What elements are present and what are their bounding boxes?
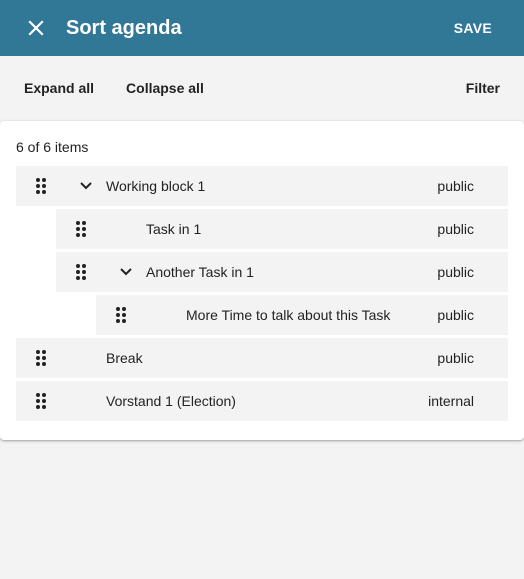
close-icon [28,20,44,36]
item-visibility: public [437,221,474,237]
drag-handle[interactable] [56,252,106,292]
drag-handle[interactable] [16,338,66,378]
item-visibility: public [437,178,474,194]
drag-handle-icon [36,178,46,194]
list-item[interactable]: Break public [16,338,508,378]
item-count: 6 of 6 items [16,139,89,155]
item-visibility: internal [428,393,474,409]
drag-handle-icon [36,393,46,409]
drag-handle[interactable] [56,209,106,249]
list-item[interactable]: Task in 1 public [56,209,508,249]
chevron-down-icon [80,182,92,190]
item-visibility: public [437,264,474,280]
item-title: Another Task in 1 [146,264,254,280]
list-item[interactable]: Working block 1 public [16,166,508,206]
drag-handle-icon [36,350,46,366]
page-title: Sort agenda [66,16,182,39]
list-item[interactable]: More Time to talk about this Task public [96,295,508,335]
item-title: Break [106,350,143,366]
collapse-all-button[interactable]: Collapse all [110,70,220,106]
drag-handle-icon [76,221,86,237]
item-visibility: public [437,350,474,366]
expand-toggle[interactable] [114,260,138,284]
item-title: More Time to talk about this Task [186,307,391,323]
agenda-list-card: 6 of 6 items Working block 1 public Task… [0,121,524,440]
save-button[interactable]: SAVE [454,20,492,36]
drag-handle[interactable] [16,381,66,421]
drag-handle-icon [76,264,86,280]
list-item[interactable]: Vorstand 1 (Election) internal [16,381,508,421]
close-button[interactable] [24,16,48,40]
list-item[interactable]: Another Task in 1 public [56,252,508,292]
drag-handle-icon [116,307,126,323]
chevron-down-icon [120,268,132,276]
drag-handle[interactable] [16,166,66,206]
item-title: Working block 1 [106,178,206,194]
app-bar: Sort agenda SAVE [0,0,524,56]
filter-button[interactable]: Filter [450,70,516,106]
item-title: Task in 1 [146,221,202,237]
expand-all-button[interactable]: Expand all [8,70,110,106]
toolbar: Expand all Collapse all Filter [0,56,524,120]
item-title: Vorstand 1 (Election) [106,393,236,409]
item-visibility: public [437,307,474,323]
drag-handle[interactable] [96,295,146,335]
expand-toggle[interactable] [74,174,98,198]
